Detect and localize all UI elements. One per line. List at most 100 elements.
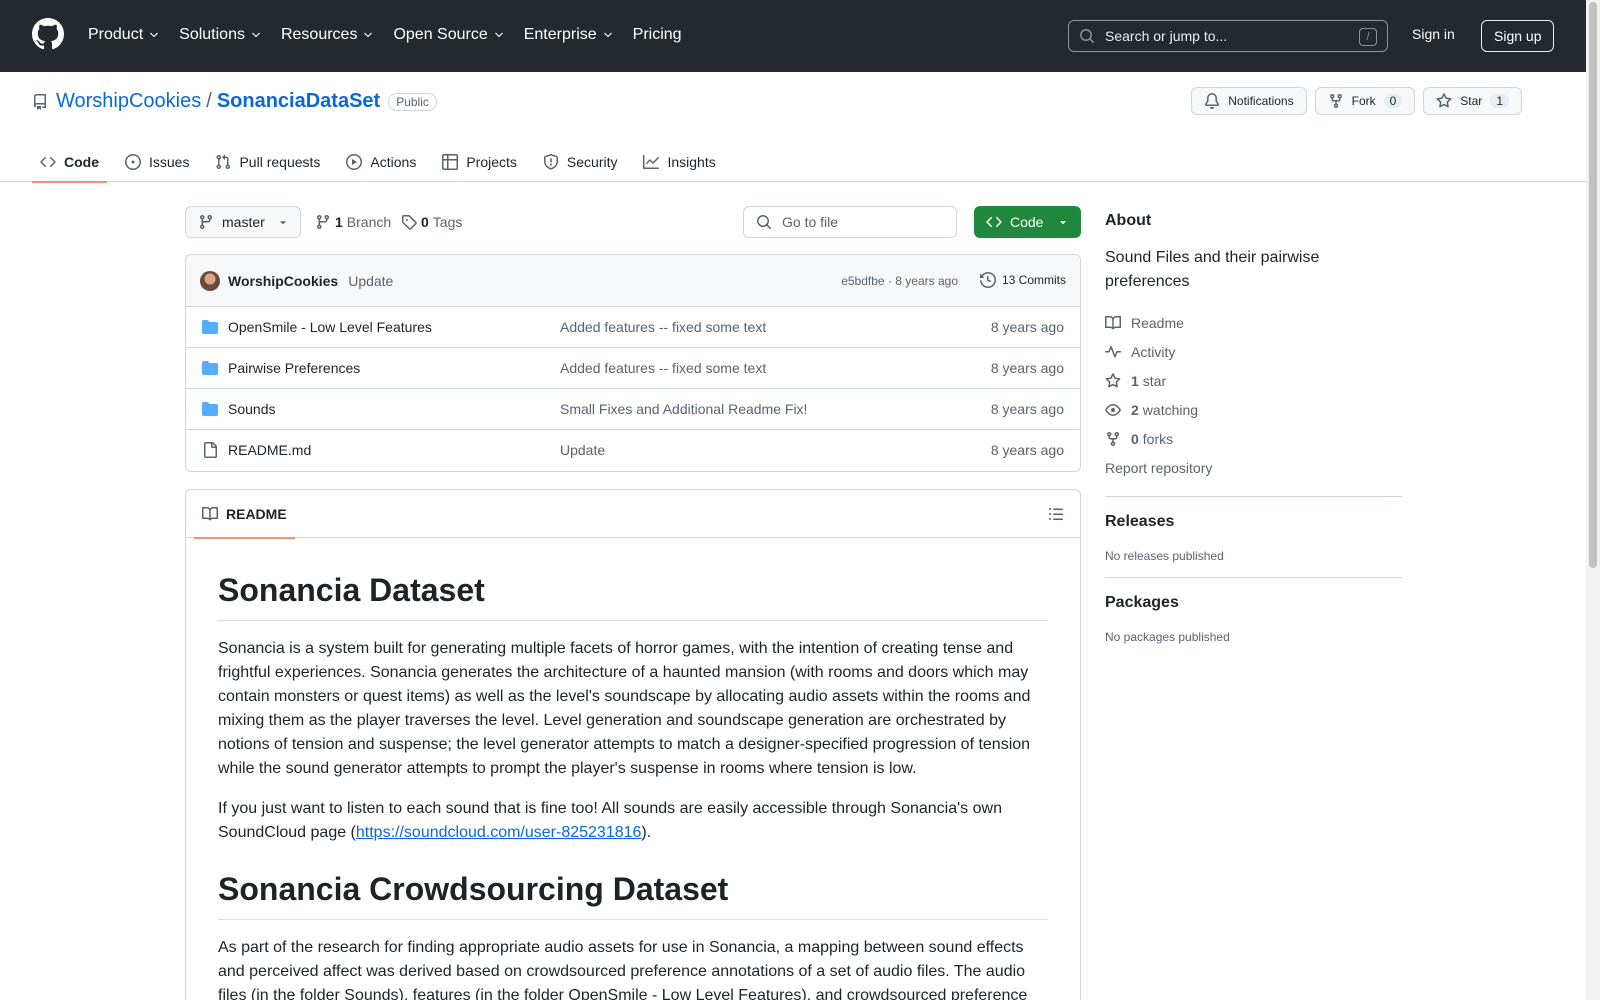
file-browser: WorshipCookies Update e5bdfbe · 8 years … <box>185 254 1081 472</box>
search-icon <box>1080 29 1094 43</box>
readme-heading: Sonancia Dataset <box>218 570 1048 621</box>
latest-commit: WorshipCookies Update e5bdfbe · 8 years … <box>186 255 1080 307</box>
star-icon <box>1105 372 1121 387</box>
repo-owner-link[interactable]: WorshipCookies <box>56 90 201 113</box>
tab-code[interactable]: Code <box>32 142 107 183</box>
releases-title[interactable]: Releases <box>1105 513 1402 531</box>
avatar[interactable] <box>200 270 220 291</box>
branch-icon <box>199 215 212 230</box>
notifications-button[interactable]: Notifications <box>1191 87 1307 115</box>
file-age: 8 years ago <box>990 319 1064 335</box>
file-row[interactable]: Pairwise Preferences Added features -- f… <box>186 348 1080 389</box>
sign-up-button[interactable]: Sign up <box>1481 20 1555 52</box>
repository-header: WorshipCookies / SonanciaDataSet Public … <box>0 72 1586 183</box>
page-scrollbar[interactable] <box>1586 0 1600 1000</box>
nav-enterprise[interactable]: Enterprise <box>524 22 614 48</box>
forks-link[interactable]: 0 forks <box>1105 424 1402 453</box>
about-links: Readme Activity 1 star 2 watching 0 fork… <box>1105 308 1402 482</box>
visibility-badge: Public <box>388 92 437 111</box>
pulse-icon <box>1105 345 1121 357</box>
caret-down-icon <box>1060 221 1067 225</box>
caret-down-icon <box>280 221 286 225</box>
outline-list-icon[interactable] <box>1048 506 1064 522</box>
history-icon <box>979 272 996 288</box>
chevron-down-icon <box>252 32 260 38</box>
branches-link[interactable]: 1 Branch <box>315 206 391 238</box>
divider <box>1105 577 1402 578</box>
tab-actions[interactable]: Actions <box>338 142 424 182</box>
nav-open-source[interactable]: Open Source <box>393 22 504 48</box>
main-content: master 1 Branch 0 Tags Go to file Code W… <box>185 206 1081 1000</box>
branch-selector[interactable]: master <box>185 206 301 238</box>
folder-icon <box>202 402 218 416</box>
global-header: Product Solutions Resources Open Source … <box>0 0 1586 72</box>
folder-icon <box>202 320 218 334</box>
watchers-link[interactable]: 2 watching <box>1105 395 1402 424</box>
github-logo-icon[interactable] <box>32 18 64 50</box>
commits-history-link[interactable]: 13 Commits <box>979 272 1066 288</box>
file-row[interactable]: README.md Update 8 years ago <box>186 430 1080 471</box>
file-name-link[interactable]: Sounds <box>228 401 275 417</box>
file-commit-message-link[interactable]: Small Fixes and Additional Readme Fix! <box>560 401 807 417</box>
readme-tab[interactable]: README <box>194 490 295 539</box>
about-description: Sound Files and their pairwise preferenc… <box>1105 249 1320 290</box>
stars-link[interactable]: 1 star <box>1105 366 1402 395</box>
tab-projects[interactable]: Projects <box>434 142 525 182</box>
repo-tabs: Code Issues Pull requests Actions Projec… <box>32 142 734 183</box>
fork-button[interactable]: Fork 0 <box>1314 87 1416 115</box>
chevron-down-icon <box>150 32 158 38</box>
scrollbar-thumb[interactable] <box>1589 2 1597 568</box>
tags-link[interactable]: 0 Tags <box>401 206 462 238</box>
activity-link[interactable]: Activity <box>1105 337 1402 366</box>
commit-sha-link[interactable]: e5bdfbe <box>841 274 884 288</box>
file-row[interactable]: OpenSmile - Low Level Features Added fea… <box>186 307 1080 348</box>
chevron-down-icon <box>364 32 373 38</box>
readme-panel: README Sonancia Dataset Sonancia is a sy… <box>185 489 1081 1000</box>
fork-icon <box>1107 431 1119 446</box>
tab-insights[interactable]: Insights <box>635 142 723 182</box>
top-navigation: Product Solutions Resources Open Source … <box>88 22 701 48</box>
go-to-file-input[interactable]: Go to file <box>743 206 957 238</box>
tab-issues[interactable]: Issues <box>117 142 197 182</box>
code-download-button[interactable]: Code <box>974 206 1081 238</box>
repo-actions: Notifications Fork 0 Star 1 <box>1183 87 1522 115</box>
search-icon <box>757 215 771 229</box>
nav-resources[interactable]: Resources <box>281 22 374 48</box>
star-button[interactable]: Star 1 <box>1423 87 1522 115</box>
repo-name-link[interactable]: SonanciaDataSet <box>217 90 380 113</box>
eye-icon <box>1105 403 1121 416</box>
about-title: About <box>1105 212 1152 229</box>
soundcloud-link[interactable]: https://soundcloud.com/user-825231816 <box>356 824 642 841</box>
nav-product[interactable]: Product <box>88 22 160 48</box>
nav-pricing[interactable]: Pricing <box>633 22 682 48</box>
packages-title[interactable]: Packages <box>1105 594 1402 612</box>
nav-solutions[interactable]: Solutions <box>179 22 262 48</box>
search-input[interactable]: Search or jump to... / <box>1068 20 1388 52</box>
graph-icon <box>643 155 660 169</box>
commit-author-link[interactable]: WorshipCookies <box>228 273 338 289</box>
sign-in-link[interactable]: Sign in <box>1412 26 1455 42</box>
file-commit-message-link[interactable]: Update <box>560 442 605 458</box>
repo-title: WorshipCookies / SonanciaDataSet Public <box>32 90 437 113</box>
file-name-link[interactable]: Pairwise Preferences <box>228 360 360 376</box>
file-commit-message-link[interactable]: Added features -- fixed some text <box>560 319 766 335</box>
bell-icon <box>1205 93 1220 109</box>
file-name-link[interactable]: README.md <box>228 442 311 458</box>
book-icon <box>202 506 218 521</box>
commit-meta: e5bdfbe · 8 years ago <box>841 274 958 288</box>
divider <box>1105 496 1402 497</box>
file-commit-message-link[interactable]: Added features -- fixed some text <box>560 360 766 376</box>
tab-pull-requests[interactable]: Pull requests <box>207 142 328 182</box>
fork-count: 0 <box>1383 94 1403 108</box>
commit-message-link[interactable]: Update <box>348 273 393 289</box>
file-row[interactable]: Sounds Small Fixes and Additional Readme… <box>186 389 1080 430</box>
tab-security[interactable]: Security <box>535 142 626 182</box>
branch-icon <box>316 215 329 230</box>
issue-icon <box>125 154 141 170</box>
readme-body: Sonancia Dataset Sonancia is a system bu… <box>186 538 1080 1000</box>
readme-paragraph: Sonancia is a system built for generatin… <box>218 640 1031 777</box>
file-name-link[interactable]: OpenSmile - Low Level Features <box>228 319 432 335</box>
releases-empty-text: No releases published <box>1105 549 1224 563</box>
readme-link[interactable]: Readme <box>1105 308 1402 337</box>
report-repository-link[interactable]: Report repository <box>1105 453 1402 482</box>
